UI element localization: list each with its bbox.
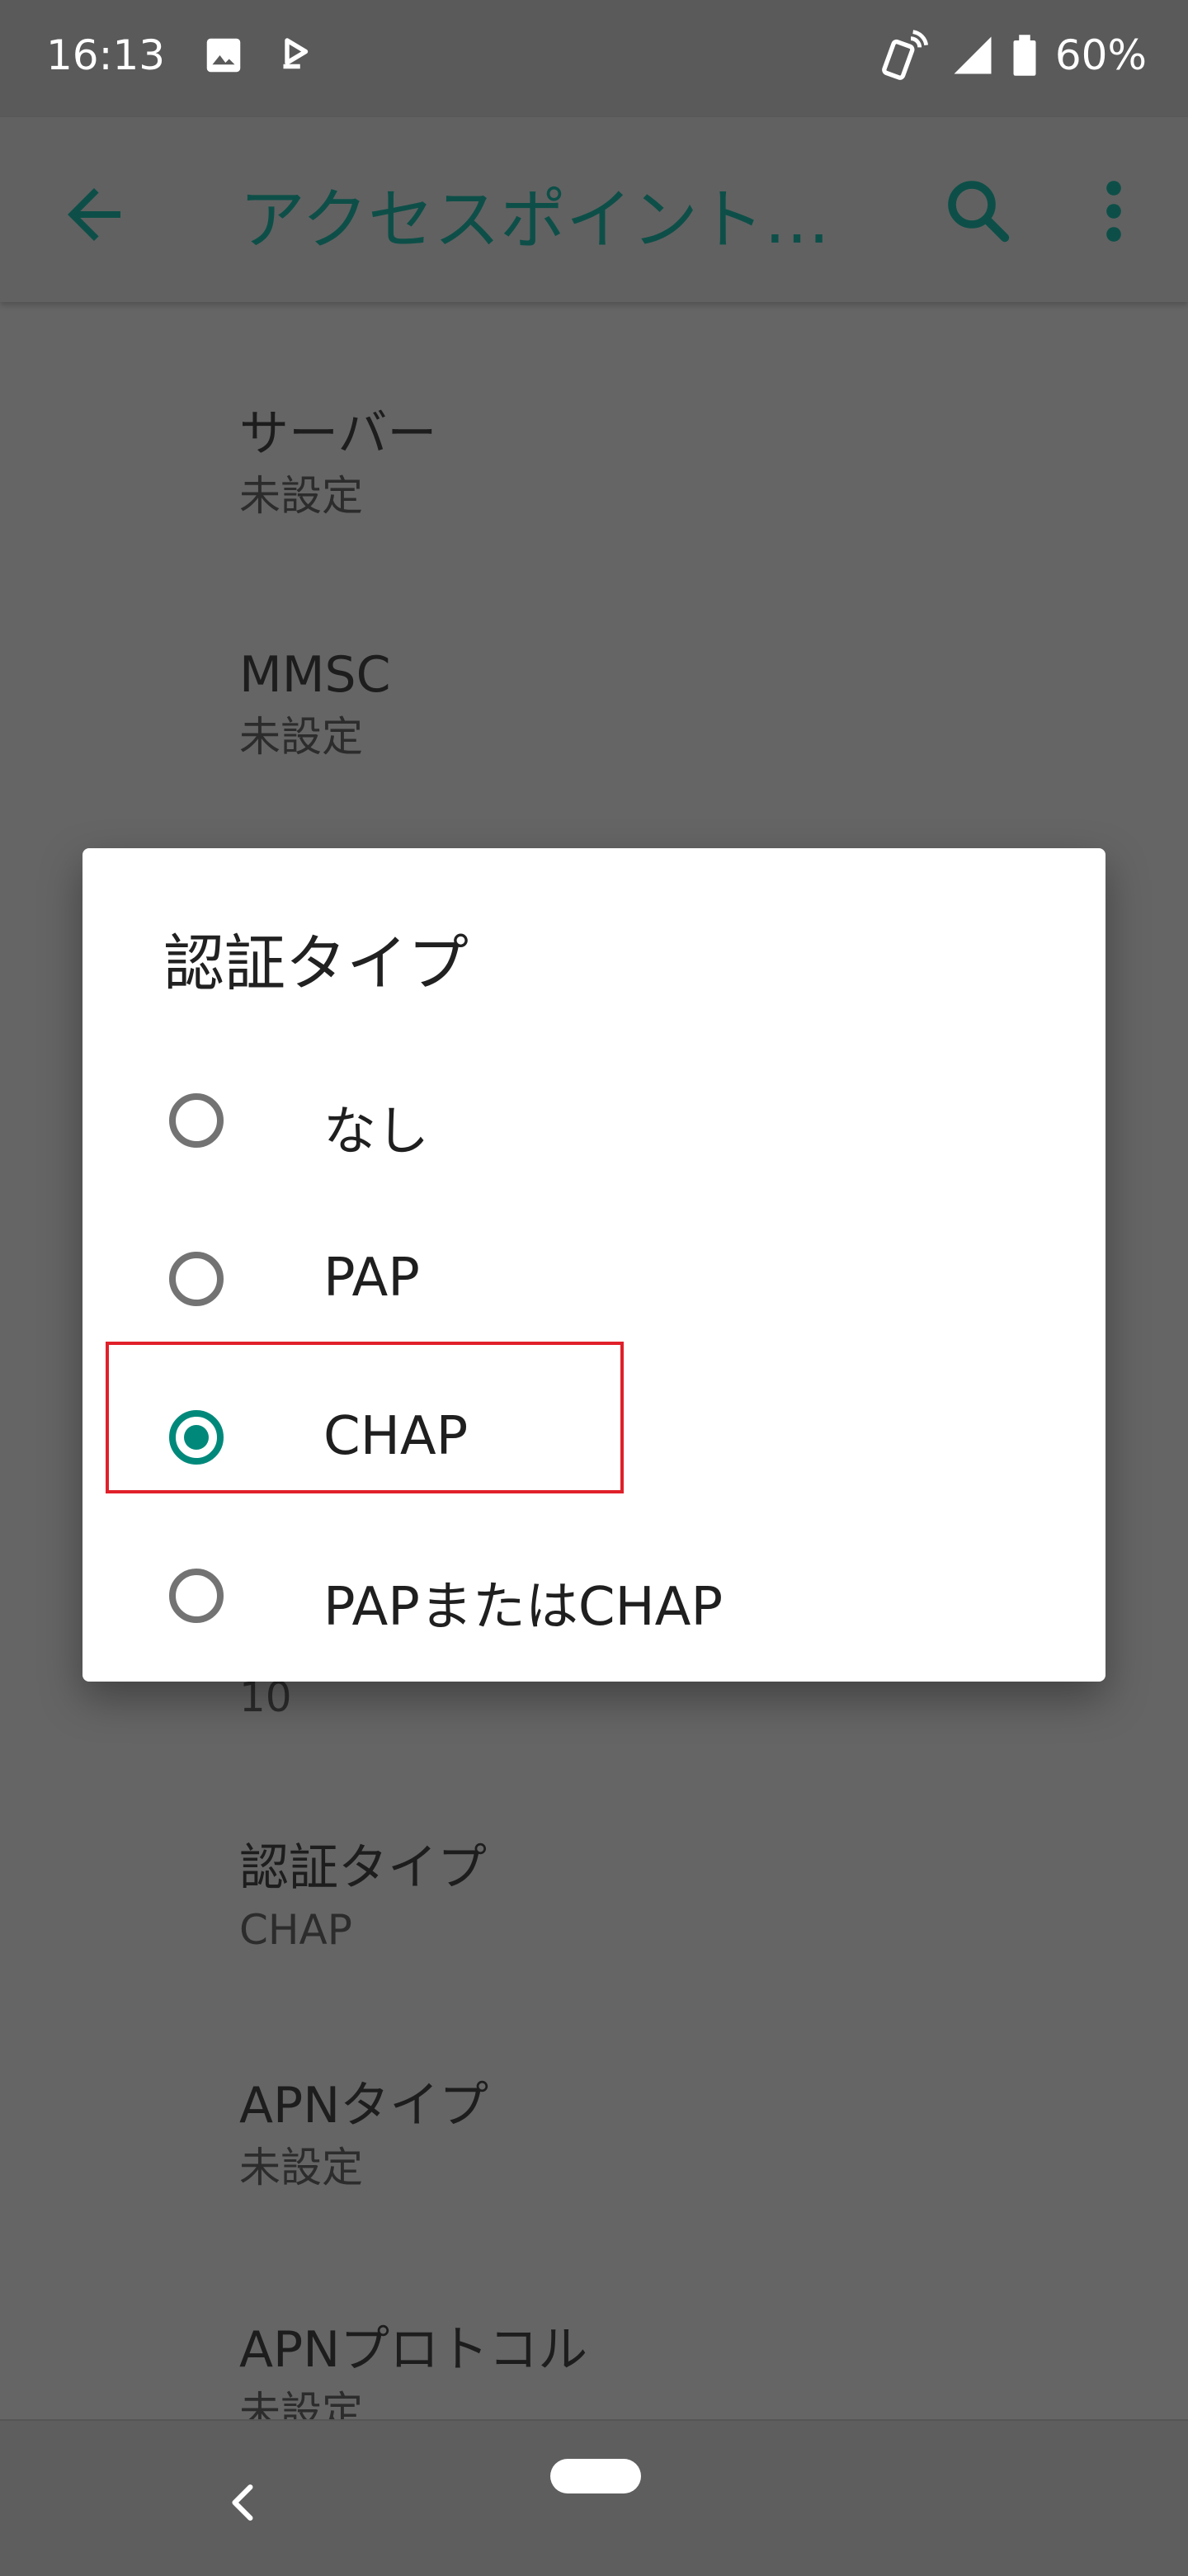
page-title: アクセスポイント… bbox=[239, 182, 830, 258]
vibrate-icon bbox=[882, 30, 929, 80]
status-bar: 16:13 60% bbox=[0, 0, 1188, 117]
battery-icon bbox=[1013, 35, 1036, 76]
radio-button[interactable] bbox=[169, 1093, 224, 1148]
home-pill[interactable] bbox=[550, 2459, 641, 2493]
nav-back-icon[interactable] bbox=[223, 2482, 264, 2523]
option-label: PAP bbox=[323, 1248, 420, 1309]
pref-auth-type[interactable]: 認証タイプ CHAP bbox=[239, 1835, 487, 1959]
pref-title: MMSC bbox=[239, 646, 391, 704]
pref-title: 認証タイプ bbox=[239, 1839, 487, 1897]
auth-type-dialog: 認証タイプ なし PAP CHAP PAPまたはCHAP bbox=[82, 848, 1106, 1682]
battery-percentage: 60% bbox=[1054, 31, 1147, 79]
option-pap[interactable]: PAP bbox=[82, 1205, 1106, 1361]
option-pap-or-chap[interactable]: PAPまたはCHAP bbox=[82, 1522, 1106, 1678]
radio-button[interactable] bbox=[169, 1569, 224, 1623]
pref-summary: 未設定 bbox=[239, 472, 363, 520]
pref-title: APNタイプ bbox=[239, 2077, 489, 2135]
signal-icon bbox=[954, 36, 992, 74]
pref-title: サーバー bbox=[239, 405, 437, 463]
navigation-bar bbox=[0, 2419, 1188, 2576]
radio-button[interactable] bbox=[169, 1252, 224, 1306]
pref-apn-type[interactable]: APNタイプ 未設定 bbox=[239, 2073, 488, 2196]
option-label: なし bbox=[323, 1102, 429, 1163]
arrow-back-icon[interactable] bbox=[54, 175, 134, 254]
pref-title: APNプロトコル bbox=[239, 2321, 588, 2379]
pref-summary: 未設定 bbox=[239, 713, 363, 761]
nfc-icon bbox=[283, 38, 309, 69]
pref-summary: 未設定 bbox=[239, 2144, 363, 2191]
pref-mmsc[interactable]: MMSC 未設定 bbox=[239, 642, 391, 766]
option-label: PAPまたはCHAP bbox=[323, 1577, 724, 1638]
option-none[interactable]: なし bbox=[82, 1046, 1106, 1203]
search-icon[interactable] bbox=[939, 172, 1018, 251]
highlight-annotation bbox=[106, 1342, 624, 1493]
pref-summary: CHAP bbox=[239, 1906, 352, 1954]
pref-server[interactable]: サーバー 未設定 bbox=[239, 401, 436, 525]
image-icon bbox=[206, 38, 241, 73]
status-time: 16:13 bbox=[46, 31, 166, 79]
app-bar: アクセスポイント… bbox=[0, 117, 1188, 302]
more-vert-icon[interactable] bbox=[1081, 172, 1147, 251]
dialog-title: 認証タイプ bbox=[163, 928, 469, 999]
